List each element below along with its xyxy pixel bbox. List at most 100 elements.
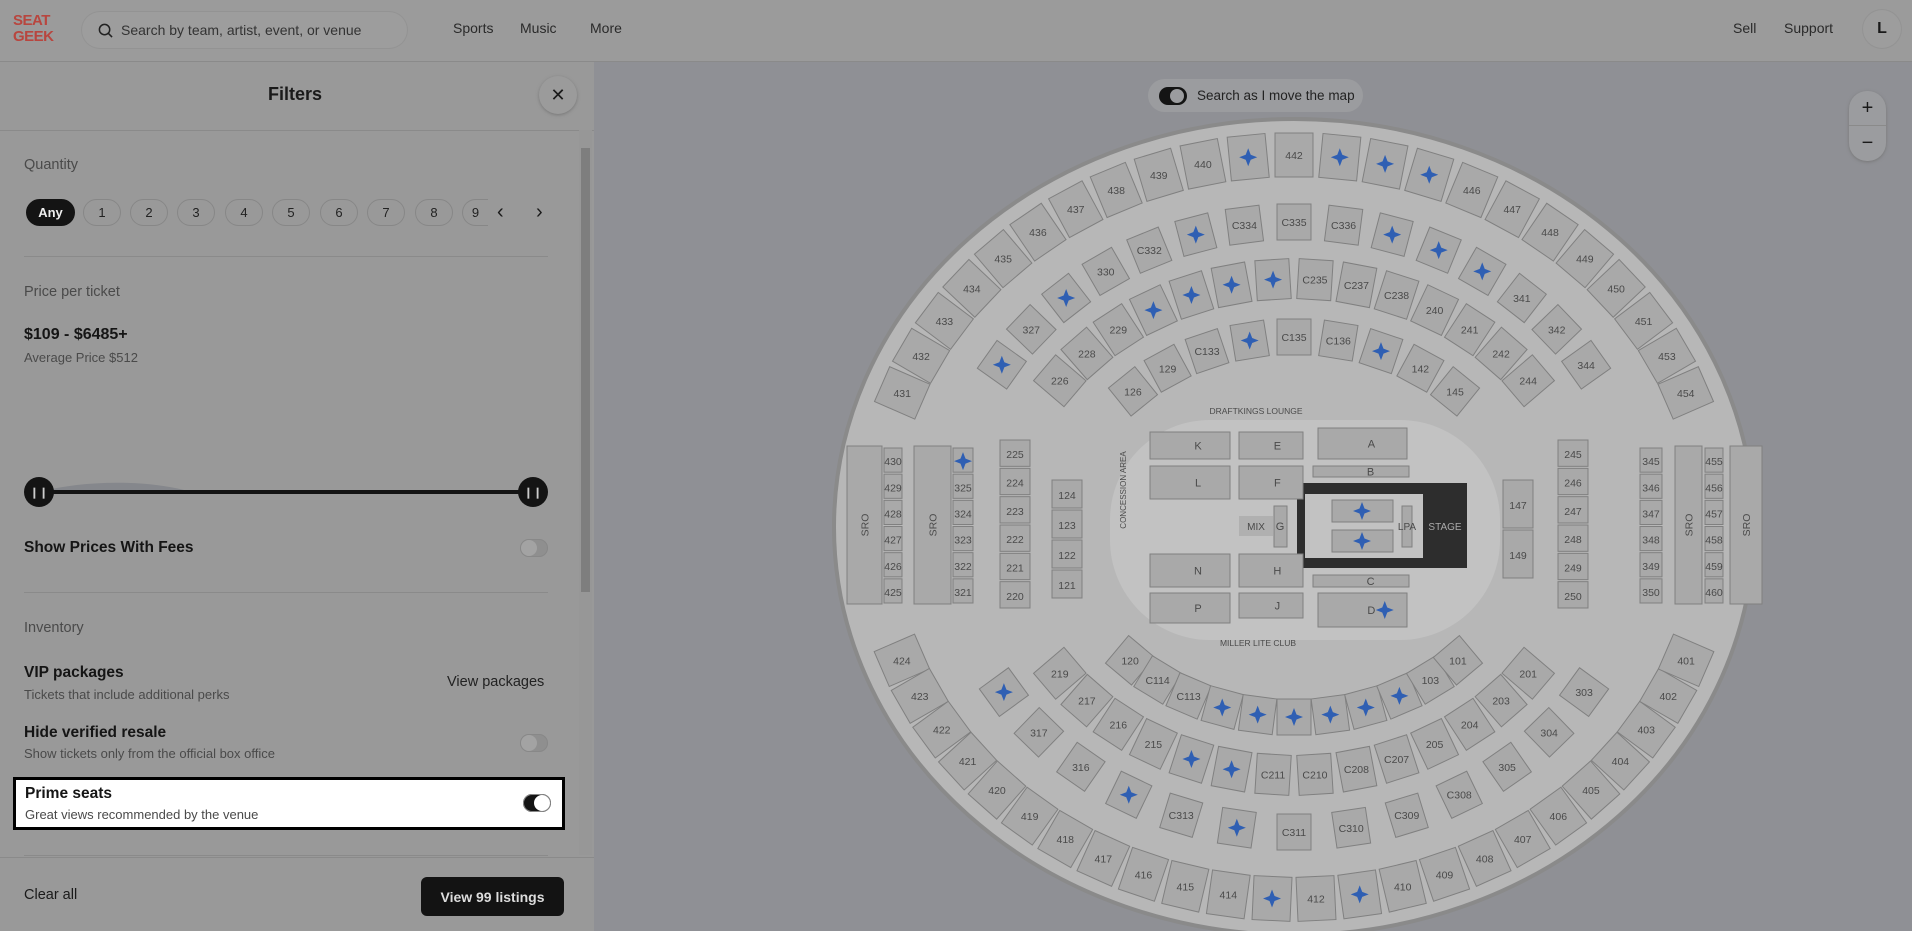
- section-C211[interactable]: C211: [1254, 752, 1292, 796]
- view-packages-link[interactable]: View packages: [447, 674, 544, 690]
- section-122[interactable]: 122: [1051, 539, 1083, 569]
- close-filters-button[interactable]: ✕: [539, 76, 577, 114]
- quantity-option-8[interactable]: 8: [415, 199, 453, 226]
- quantity-option-9[interactable]: 9: [462, 199, 488, 226]
- section-shape[interactable]: [1312, 574, 1410, 588]
- nav-music[interactable]: Music: [520, 20, 557, 36]
- price-slider-track[interactable]: [39, 490, 532, 494]
- floor-section-L[interactable]: L: [1149, 465, 1231, 500]
- section-prime[interactable]: [1210, 745, 1253, 793]
- section-459[interactable]: 459: [1704, 552, 1724, 578]
- section-350[interactable]: 350: [1639, 578, 1663, 604]
- section-412[interactable]: 412: [1295, 875, 1337, 922]
- section-245[interactable]: 245: [1557, 439, 1589, 467]
- section-249[interactable]: 249: [1557, 552, 1589, 581]
- section-147[interactable]: 147: [1502, 479, 1534, 529]
- section-C336[interactable]: C336: [1323, 204, 1364, 246]
- section-prime[interactable]: [1337, 869, 1383, 920]
- clear-all-button[interactable]: Clear all: [24, 887, 77, 903]
- section-prime[interactable]: [1210, 261, 1253, 309]
- section-prime[interactable]: [1254, 258, 1292, 302]
- section-123[interactable]: 123: [1051, 509, 1083, 539]
- hide-resale-toggle[interactable]: [520, 734, 548, 752]
- section-325[interactable]: 325: [952, 473, 974, 499]
- section-349[interactable]: 349: [1639, 552, 1663, 578]
- floor-section-E[interactable]: E: [1238, 431, 1304, 460]
- search-input[interactable]: Search by team, artist, event, or venue: [82, 12, 407, 48]
- section-347[interactable]: 347: [1639, 499, 1663, 526]
- section-C335[interactable]: C335: [1276, 203, 1312, 241]
- section-458[interactable]: 458: [1704, 526, 1724, 552]
- floor-section-H[interactable]: H: [1238, 553, 1304, 588]
- section-430[interactable]: 430: [883, 447, 903, 473]
- section-457[interactable]: 457: [1704, 499, 1724, 526]
- section-shape[interactable]: [1238, 553, 1304, 588]
- section-prime[interactable]: [1276, 698, 1312, 736]
- seatgeek-logo[interactable]: SEAT GEEK: [13, 13, 57, 45]
- section-221[interactable]: 221: [999, 552, 1031, 581]
- section-246[interactable]: 246: [1557, 467, 1589, 496]
- section-455[interactable]: 455: [1704, 447, 1724, 473]
- section-426[interactable]: 426: [883, 552, 903, 578]
- section-442[interactable]: 442: [1274, 132, 1314, 178]
- avatar[interactable]: L: [1863, 10, 1901, 48]
- section-C311[interactable]: C311: [1276, 813, 1312, 851]
- section-428[interactable]: 428: [883, 499, 903, 526]
- section-460[interactable]: 460: [1704, 578, 1724, 604]
- section-225[interactable]: 225: [999, 439, 1031, 467]
- section-124[interactable]: 124: [1051, 479, 1083, 509]
- section-348[interactable]: 348: [1639, 526, 1663, 552]
- section-prime[interactable]: [952, 447, 974, 473]
- section-prime[interactable]: [1216, 806, 1257, 849]
- section-224[interactable]: 224: [999, 467, 1031, 496]
- filters-scrollbar-thumb[interactable]: [581, 148, 590, 592]
- section-C310[interactable]: C310: [1331, 806, 1372, 849]
- section-C210[interactable]: C210: [1296, 752, 1334, 796]
- section-220[interactable]: 220: [999, 581, 1031, 609]
- section-C235[interactable]: C235: [1296, 258, 1334, 302]
- section-C334[interactable]: C334: [1224, 204, 1265, 246]
- prime-seats-row[interactable]: Prime seats Great views recommended by t…: [13, 777, 565, 830]
- section-shape[interactable]: [1149, 592, 1231, 624]
- section-321[interactable]: 321: [952, 578, 974, 604]
- quantity-option-5[interactable]: 5: [272, 199, 310, 226]
- quantity-option-7[interactable]: 7: [367, 199, 405, 226]
- price-slider-max-handle[interactable]: ❙❙: [518, 477, 548, 507]
- quantity-option-3[interactable]: 3: [177, 199, 215, 226]
- section-248[interactable]: 248: [1557, 524, 1589, 552]
- section-shape[interactable]: [1238, 465, 1304, 500]
- section-shape[interactable]: [1149, 431, 1231, 460]
- section-C237[interactable]: C237: [1335, 261, 1378, 309]
- nav-sell[interactable]: Sell: [1733, 20, 1756, 36]
- section-prime[interactable]: [1229, 319, 1270, 362]
- quantity-option-2[interactable]: 2: [130, 199, 168, 226]
- floor-section-A[interactable]: A: [1317, 427, 1408, 460]
- section-425[interactable]: 425: [883, 578, 903, 604]
- section-345[interactable]: 345: [1639, 447, 1663, 473]
- nav-more[interactable]: More: [590, 20, 622, 36]
- section-sro[interactable]: SRO: [913, 445, 952, 605]
- section-prime[interactable]: [1226, 132, 1270, 182]
- prime-seats-toggle[interactable]: [523, 794, 551, 812]
- section-sro[interactable]: SRO: [1674, 445, 1703, 605]
- section-shape[interactable]: [1238, 431, 1304, 460]
- section-346[interactable]: 346: [1639, 473, 1663, 499]
- section-prime[interactable]: [1251, 875, 1293, 922]
- section-shape[interactable]: [1238, 592, 1304, 619]
- section-414[interactable]: 414: [1205, 869, 1251, 920]
- section-sro[interactable]: SRO: [846, 445, 883, 605]
- floor-section-K[interactable]: K: [1149, 431, 1231, 460]
- section-324[interactable]: 324: [952, 499, 974, 526]
- section-prime[interactable]: [1310, 693, 1351, 736]
- venue-seat-map[interactable]: 431 432 433 434 435 436 437 438 439 440 442 446 447 4…: [594, 62, 1912, 931]
- section-222[interactable]: 222: [999, 524, 1031, 552]
- floor-section-B[interactable]: B: [1312, 465, 1410, 479]
- zoom-out-button[interactable]: −: [1849, 126, 1886, 161]
- floor-section-P[interactable]: P: [1149, 592, 1231, 624]
- floor-section-F[interactable]: F: [1238, 465, 1304, 500]
- section-429[interactable]: 429: [883, 473, 903, 499]
- section-C208[interactable]: C208: [1335, 745, 1378, 793]
- nav-support[interactable]: Support: [1784, 20, 1833, 36]
- chevron-right-icon[interactable]: ›: [536, 201, 543, 224]
- price-slider-min-handle[interactable]: ❙❙: [24, 477, 54, 507]
